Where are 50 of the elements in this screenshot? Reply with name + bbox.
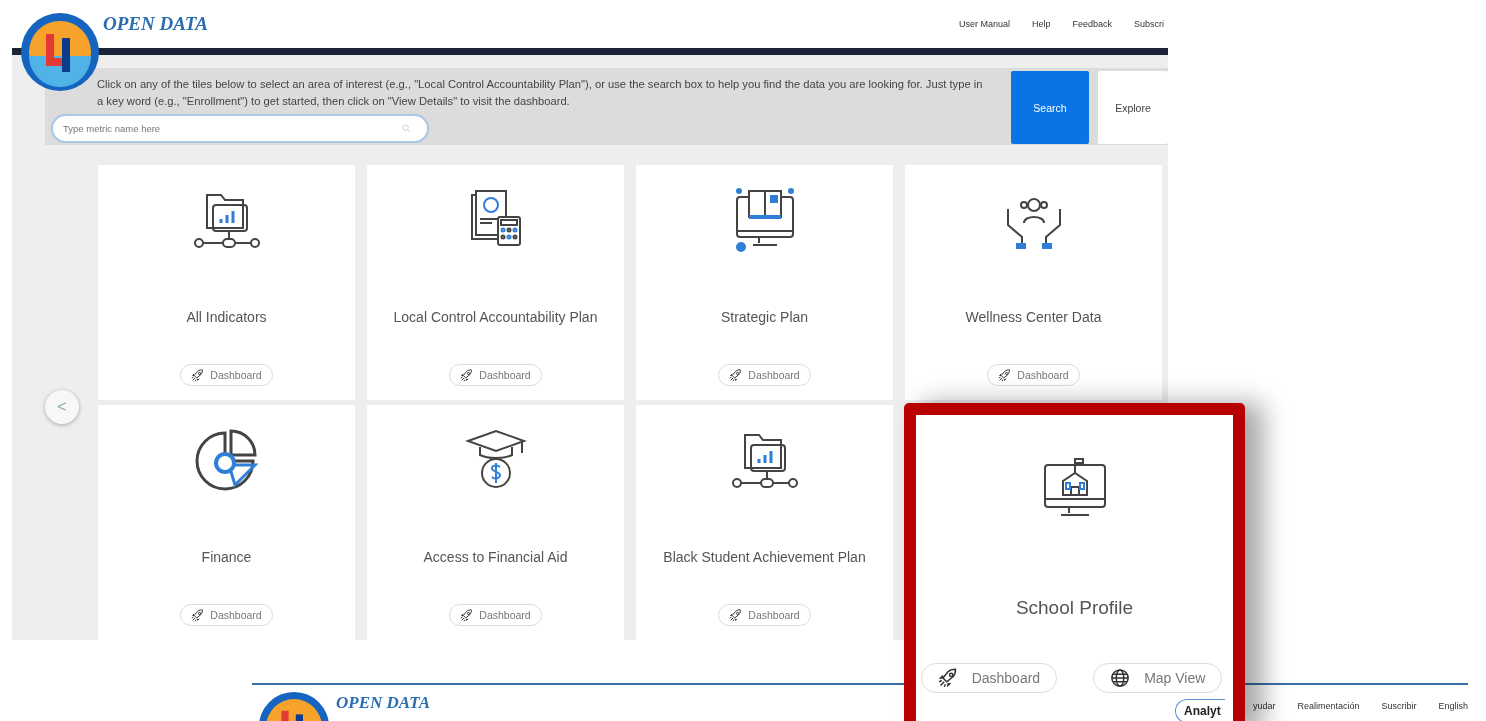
dashboard-button[interactable]: Dashboard [180,364,273,386]
tile-title: Wellness Center Data [965,309,1102,325]
tile-title: Local Control Accountability Plan [393,309,598,325]
rocket-icon [191,608,205,622]
globe-icon [1110,668,1131,688]
nav-link[interactable]: Feedback [1072,19,1112,29]
rocket-icon [729,368,743,382]
dashboard-button[interactable]: Dashboard [449,604,542,626]
nav-link[interactable]: yudar [1252,701,1276,711]
tile-title: School Profile [1015,597,1134,619]
instructions-text: Click on any of the tiles below to select an area of interest (e.g., "Local Control Accountability Plan"), or use the search box to help you find the data you are looking for. Just type in a key word (e.g., "Enrollment") to get started, then click on "View Details" to visit the dashboard. [97,77,984,109]
rocket-icon [460,368,474,382]
category-tile[interactable]: All Indicators Dashboard [98,165,355,400]
category-tile[interactable]: Wellness Center Data Dashboard [905,165,1162,400]
map-view-button[interactable]: Map View [1093,663,1223,693]
dashboard-button[interactable]: Dashboard [718,604,811,626]
nav-link[interactable]: English [1438,701,1468,711]
site-title: OPEN DATA [103,13,209,35]
nav-link[interactable]: Subscri [1134,19,1164,29]
tile-title: Strategic Plan [720,309,809,325]
tile-title: Access to Financial Aid [423,549,568,565]
tile-title: All Indicators [186,309,267,325]
tile-title: Black Student Achievement Plan [663,549,866,565]
dashboard-button[interactable]: Dashboard [180,604,273,626]
category-tile[interactable]: Strategic Plan Dashboard [636,165,893,400]
dashboard-button[interactable]: Dashboard [449,364,542,386]
dashboard-button[interactable]: Dashboard [920,663,1058,693]
search-field[interactable]: Type metric name here [51,114,429,143]
nav-link[interactable]: Suscribir [1381,701,1417,711]
analytics-button[interactable]: Analyt [1175,699,1225,721]
dashboard-button[interactable]: Dashboard [718,364,811,386]
nav-link[interactable]: Help [1031,19,1051,29]
highlighted-tile[interactable]: School Profile Dashboard Map View Analyt [904,403,1245,721]
site-title: OPEN DATA [336,693,430,713]
dashboard-button[interactable]: Dashboard [987,364,1080,386]
search-icon [402,124,411,133]
category-tile[interactable]: Black Student Achievement Plan Dashboard [636,405,893,640]
search-button[interactable]: Search [1011,71,1089,144]
rocket-icon [460,608,474,622]
rocket-icon [191,368,205,382]
rocket-icon [937,668,958,688]
category-tile[interactable]: Finance Dashboard [98,405,355,640]
explore-button[interactable]: Explore [1098,71,1168,144]
nav-link[interactable]: Realimentación [1297,701,1360,711]
rocket-icon [998,368,1012,382]
category-tile[interactable]: Access to Financial Aid Dashboard [367,405,624,640]
tile-title: Finance [201,549,252,565]
nav-link[interactable]: User Manual [958,19,1010,29]
category-tile[interactable]: Local Control Accountability Plan Dashboard [367,165,624,400]
rocket-icon [729,608,743,622]
